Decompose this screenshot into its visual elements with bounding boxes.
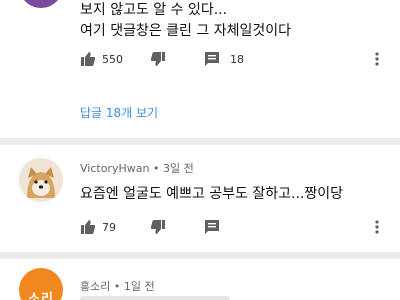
shiba-dog-avatar-icon: [19, 158, 63, 202]
meta-separator: •: [152, 162, 163, 175]
more-options-button[interactable]: [374, 216, 380, 238]
dislike-button[interactable]: [150, 216, 166, 238]
thumbs-down-icon: [150, 219, 166, 235]
like-button[interactable]: 550: [80, 48, 123, 70]
comment-actions: 79: [80, 216, 390, 238]
comment-time: 1일 전: [123, 280, 155, 293]
reply-button[interactable]: 18: [204, 48, 244, 70]
comment-line: 여기 댓글창은 클린 그 자체일것이다: [80, 23, 291, 39]
thumbs-down-icon: [150, 51, 166, 67]
meta-separator: •: [113, 280, 124, 293]
avatar-text: 오폭: [19, 0, 63, 2]
like-count: 79: [102, 220, 116, 234]
comment-icon: [204, 219, 220, 235]
comment-time: 3일 전: [162, 162, 194, 175]
thumbs-up-icon: [80, 51, 96, 67]
comment-actions: 550 18: [80, 48, 390, 70]
comment-text: 보지 않고도 알 수 있다... 여기 댓글창은 클린 그 자체일것이다: [80, 0, 380, 42]
comment-meta: 홍소리 • 1일 전: [80, 278, 155, 294]
divider: [0, 138, 400, 145]
commenter-avatar[interactable]: 소리: [19, 268, 63, 300]
dislike-button[interactable]: [150, 48, 166, 70]
comment-icon: [204, 51, 220, 67]
thumbs-up-icon: [80, 219, 96, 235]
like-count: 550: [102, 52, 123, 66]
author-name[interactable]: VictoryHwan: [80, 162, 149, 175]
avatar-text: 소리: [28, 292, 54, 300]
like-button[interactable]: 79: [80, 216, 116, 238]
comment-meta: VictoryHwan • 3일 전: [80, 160, 194, 176]
comments-page: 오폭 보지 않고도 알 수 있다... 여기 댓글창은 클린 그 자체일것이다 …: [0, 0, 400, 300]
commenter-avatar[interactable]: [19, 158, 63, 202]
comment-text: 요즘엔 얼굴도 예쁘고 공부도 잘하고...짱이당: [80, 186, 343, 202]
more-vert-icon: [374, 51, 380, 67]
divider: [0, 252, 400, 259]
view-replies-link[interactable]: 답글 18개 보기: [80, 104, 158, 121]
author-name[interactable]: 홍소리: [80, 280, 110, 293]
more-vert-icon: [374, 219, 380, 235]
more-options-button[interactable]: [374, 48, 380, 70]
commenter-avatar[interactable]: 오폭: [19, 0, 63, 8]
reply-count: 18: [230, 52, 244, 66]
reply-button[interactable]: [204, 216, 220, 238]
comment-text-cropped: [80, 296, 230, 300]
comment-line: 보지 않고도 알 수 있다...: [80, 2, 228, 18]
